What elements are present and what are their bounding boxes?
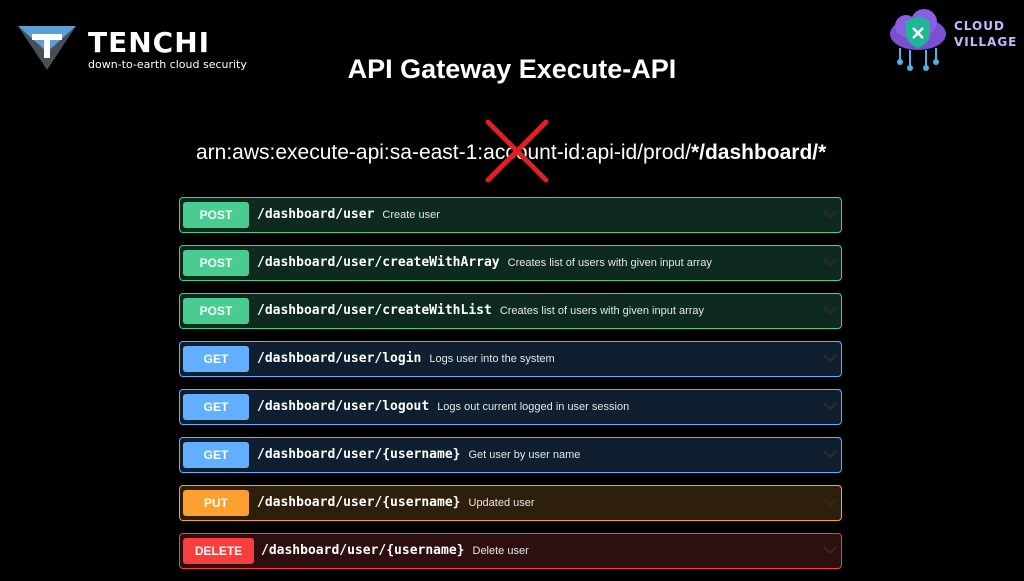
method-badge: GET <box>183 394 249 420</box>
endpoint-path: /dashboard/user/{username} Delete user <box>261 543 529 558</box>
chevron-down-icon[interactable] <box>823 209 837 219</box>
endpoint-row[interactable]: PUT /dashboard/user/{username} Updated us… <box>179 485 842 521</box>
endpoint-path: /dashboard/user/createWithList Creates li… <box>257 303 704 318</box>
endpoint-summary: Logs user into the system <box>429 353 555 365</box>
chevron-down-icon[interactable] <box>823 353 837 363</box>
endpoint-summary: Creates list of users with given input a… <box>499 305 705 317</box>
chevron-down-icon[interactable] <box>823 545 837 555</box>
endpoint-summary: Get user by user name <box>468 449 581 461</box>
page-title: API Gateway Execute-API <box>347 54 677 84</box>
endpoint-row[interactable]: DELETE /dashboard/user/{username} Delete … <box>179 533 842 569</box>
endpoint-row[interactable]: GET /dashboard/user/logout Logs out curre… <box>179 389 842 425</box>
cloud-village-line2: VILLAGE <box>954 35 1018 49</box>
endpoint-path: /dashboard/user/createWithArray Creates l… <box>257 255 712 270</box>
cross-mark-icon <box>485 119 549 183</box>
cloud-village-line1: CLOUD <box>954 19 1005 33</box>
endpoint-row[interactable]: GET /dashboard/user/login Logs user into … <box>179 341 842 377</box>
endpoint-path-text: /dashboard/user/{username} <box>257 447 461 462</box>
endpoint-summary: Create user <box>382 209 440 221</box>
method-badge: POST <box>183 250 249 276</box>
endpoint-path-text: /dashboard/user/createWithArray <box>257 255 500 270</box>
endpoint-row[interactable]: POST /dashboard/user Create user <box>179 197 842 233</box>
endpoint-path-text: /dashboard/user/login <box>257 351 422 366</box>
endpoint-path: /dashboard/user/logout Logs out current l… <box>257 399 629 414</box>
method-badge: POST <box>183 298 249 324</box>
method-badge: GET <box>183 442 249 468</box>
chevron-down-icon[interactable] <box>823 305 837 315</box>
chevron-down-icon[interactable] <box>823 497 837 507</box>
endpoint-path-text: /dashboard/user/{username} <box>257 495 461 510</box>
endpoint-row[interactable]: POST /dashboard/user/createWithArray Crea… <box>179 245 842 281</box>
arn-prefix: arn:aws:execute-api:sa-east-1:account-id… <box>196 141 691 164</box>
chevron-down-icon[interactable] <box>823 257 837 267</box>
endpoint-summary: Updated user <box>468 497 535 509</box>
endpoint-path-text: /dashboard/user/logout <box>257 399 430 414</box>
endpoint-row[interactable]: POST /dashboard/user/createWithList Creat… <box>179 293 842 329</box>
endpoint-summary: Delete user <box>472 545 529 557</box>
arn-suffix: */dashboard/* <box>690 141 827 164</box>
endpoint-path-text: /dashboard/user/createWithList <box>257 303 492 318</box>
method-badge: GET <box>183 346 249 372</box>
chevron-down-icon[interactable] <box>823 401 837 411</box>
endpoint-summary: Creates list of users with given input a… <box>507 257 712 269</box>
endpoint-path-text: /dashboard/user <box>257 207 375 222</box>
endpoint-path: /dashboard/user/login Logs user into the … <box>257 351 555 366</box>
endpoint-path: /dashboard/user/{username} Get user by us… <box>257 447 580 462</box>
endpoint-path: /dashboard/user Create user <box>257 207 440 222</box>
endpoint-summary: Logs out current logged in user session <box>437 401 630 413</box>
endpoint-list: POST /dashboard/user Create user POST /da… <box>179 197 842 581</box>
method-badge: PUT <box>183 490 249 516</box>
endpoint-path: /dashboard/user/{username} Updated user <box>257 495 535 510</box>
method-badge: DELETE <box>183 538 254 564</box>
method-badge: POST <box>183 202 249 228</box>
endpoint-row[interactable]: GET /dashboard/user/{username} Get user b… <box>179 437 842 473</box>
cloud-village-text: CLOUD VILLAGE <box>954 18 1017 50</box>
endpoint-path-text: /dashboard/user/{username} <box>261 543 465 558</box>
chevron-down-icon[interactable] <box>823 449 837 459</box>
